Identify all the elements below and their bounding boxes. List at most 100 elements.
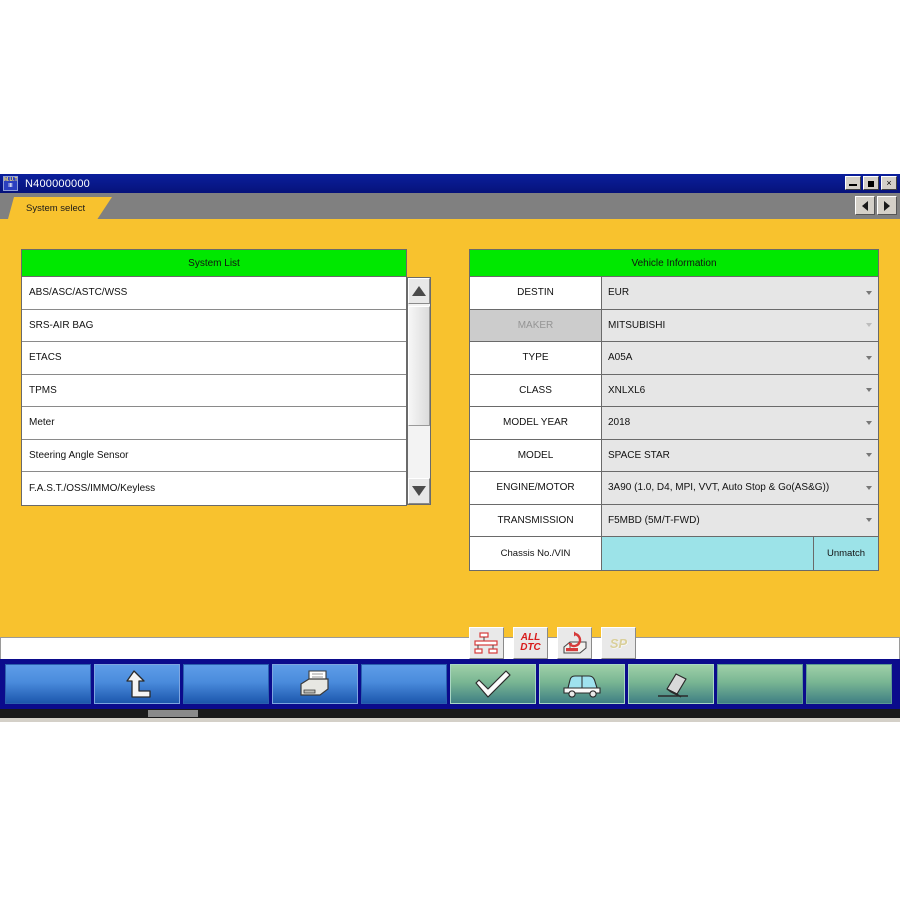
tab-next-button[interactable] (877, 196, 897, 215)
scroll-up-button[interactable] (408, 278, 430, 304)
table-row: MODEL SPACE STAR (470, 439, 878, 472)
toolbar-green-empty-1[interactable] (717, 664, 803, 704)
system-list-scrollbar[interactable] (407, 277, 431, 505)
chevron-down-icon (866, 355, 872, 360)
tab-system-select-label: System select (26, 202, 86, 214)
main-content: System List ABS/ASC/ASTC/WSS SRS-AIR BAG… (0, 219, 900, 659)
toolbar-blue-empty-1[interactable] (5, 664, 91, 704)
bottom-toolbar (0, 659, 900, 709)
list-item[interactable]: ETACS (22, 342, 406, 375)
destin-select[interactable]: EUR (602, 277, 878, 309)
list-item[interactable]: F.A.S.T./OSS/IMMO/Keyless (22, 472, 406, 505)
class-select[interactable]: XNLXL6 (602, 374, 878, 406)
scrollbar-thumb[interactable] (408, 306, 430, 426)
list-item[interactable]: Steering Angle Sensor (22, 439, 406, 472)
class-value: XNLXL6 (608, 384, 646, 396)
type-value: A05A (608, 352, 633, 364)
system-tree-icon (473, 632, 498, 654)
status-strip (0, 637, 900, 659)
model-year-value: 2018 (608, 417, 631, 429)
type-select[interactable]: A05A (602, 342, 878, 374)
transmission-value: F5MBD (5M/T-FWD) (608, 514, 700, 526)
list-item-label: F.A.S.T./OSS/IMMO/Keyless (29, 482, 156, 494)
tab-system-select[interactable]: System select (8, 197, 112, 219)
list-item-label: TPMS (29, 384, 57, 396)
list-item-label: ABS/ASC/ASTC/WSS (29, 287, 128, 299)
all-dtc-icon: ALL DTC (520, 633, 541, 653)
all-dtc-line2: DTC (520, 642, 541, 653)
chevron-down-icon (866, 388, 872, 393)
table-row: CLASS XNLXL6 (470, 374, 878, 407)
title-bar: M.U.T. III N400000000 × (0, 174, 900, 193)
check-icon (475, 670, 511, 698)
list-item[interactable]: ABS/ASC/ASTC/WSS (22, 277, 406, 310)
chevron-down-icon (866, 290, 872, 295)
scan-tool-button[interactable] (557, 627, 592, 659)
table-row: ENGINE/MOTOR 3A90 (1.0, D4, MPI, VVT, Au… (470, 472, 878, 505)
vehicle-information-header: Vehicle Information (469, 249, 879, 277)
window-controls: × (845, 176, 897, 190)
scroll-down-button[interactable] (408, 478, 430, 504)
row-label: MODEL YEAR (470, 407, 602, 439)
maximize-icon (868, 181, 874, 187)
list-item-label: SRS-AIR BAG (29, 319, 94, 331)
list-item-label: Steering Angle Sensor (29, 449, 129, 461)
engine-motor-select[interactable]: 3A90 (1.0, D4, MPI, VVT, Auto Stop & Go(… (602, 472, 878, 504)
arrow-up-icon (412, 286, 426, 296)
tab-strip: System select (0, 193, 900, 219)
row-label: DESTIN (470, 277, 602, 309)
all-dtc-button[interactable]: ALL DTC (513, 627, 548, 659)
model-year-select[interactable]: 2018 (602, 407, 878, 439)
window-title: N400000000 (25, 177, 91, 190)
system-list-panel: System List ABS/ASC/ASTC/WSS SRS-AIR BAG… (21, 249, 407, 506)
list-item-label: Meter (29, 417, 55, 429)
list-item[interactable]: SRS-AIR BAG (22, 309, 406, 342)
close-button[interactable]: × (881, 176, 897, 190)
list-item[interactable]: TPMS (22, 374, 406, 407)
chevron-down-icon (866, 518, 872, 523)
toolbar-print-button[interactable] (272, 664, 358, 704)
car-icon (563, 675, 601, 698)
vehicle-information-panel: Vehicle Information DESTIN EUR MAKER MIT… (469, 249, 879, 571)
toolbar-blue-empty-2[interactable] (183, 664, 269, 704)
model-value: SPACE STAR (608, 449, 670, 461)
eraser-icon (658, 673, 688, 698)
toolbar-green-empty-2[interactable] (806, 664, 892, 704)
vehicle-information-rows: DESTIN EUR MAKER MITSUBISHI TYPE A05A CL… (469, 277, 879, 571)
unmatch-button[interactable]: Unmatch (814, 537, 878, 570)
app-icon-line2: III (8, 183, 13, 189)
bottom-strip (0, 709, 900, 718)
table-row: MAKER MITSUBISHI (470, 309, 878, 342)
toolbar-confirm-button[interactable] (450, 664, 536, 704)
chassis-vin-input[interactable] (602, 537, 814, 570)
model-select[interactable]: SPACE STAR (602, 439, 878, 471)
tab-nav-buttons (855, 196, 897, 215)
toolbar-vehicle-button[interactable] (539, 664, 625, 704)
toolbar-blue-empty-3[interactable] (361, 664, 447, 704)
destin-value: EUR (608, 287, 630, 299)
tab-prev-button[interactable] (855, 196, 875, 215)
list-item[interactable]: Meter (22, 407, 406, 440)
minimize-button[interactable] (845, 176, 861, 190)
toolbar-erase-button[interactable] (628, 664, 714, 704)
system-list-header: System List (21, 249, 407, 277)
sp-icon: SP (609, 635, 628, 651)
maximize-button[interactable] (863, 176, 879, 190)
table-row: TYPE A05A (470, 342, 878, 375)
chevron-down-icon (866, 485, 872, 490)
minimize-icon (849, 184, 857, 186)
maker-select: MITSUBISHI (602, 309, 878, 341)
printer-icon (300, 670, 329, 696)
table-row: Chassis No./VIN Unmatch (470, 537, 878, 570)
table-row: DESTIN EUR (470, 277, 878, 310)
transmission-select[interactable]: F5MBD (5M/T-FWD) (602, 504, 878, 536)
system-tree-button[interactable] (469, 627, 504, 659)
sp-button: SP (601, 627, 636, 659)
toolbar-back-button[interactable] (94, 664, 180, 704)
scan-tool-refresh-icon (562, 631, 587, 654)
row-label: MODEL (470, 439, 602, 471)
back-arrow-icon (126, 670, 151, 698)
row-label: TYPE (470, 342, 602, 374)
arrow-down-icon (412, 486, 426, 496)
list-item-label: ETACS (29, 352, 62, 364)
